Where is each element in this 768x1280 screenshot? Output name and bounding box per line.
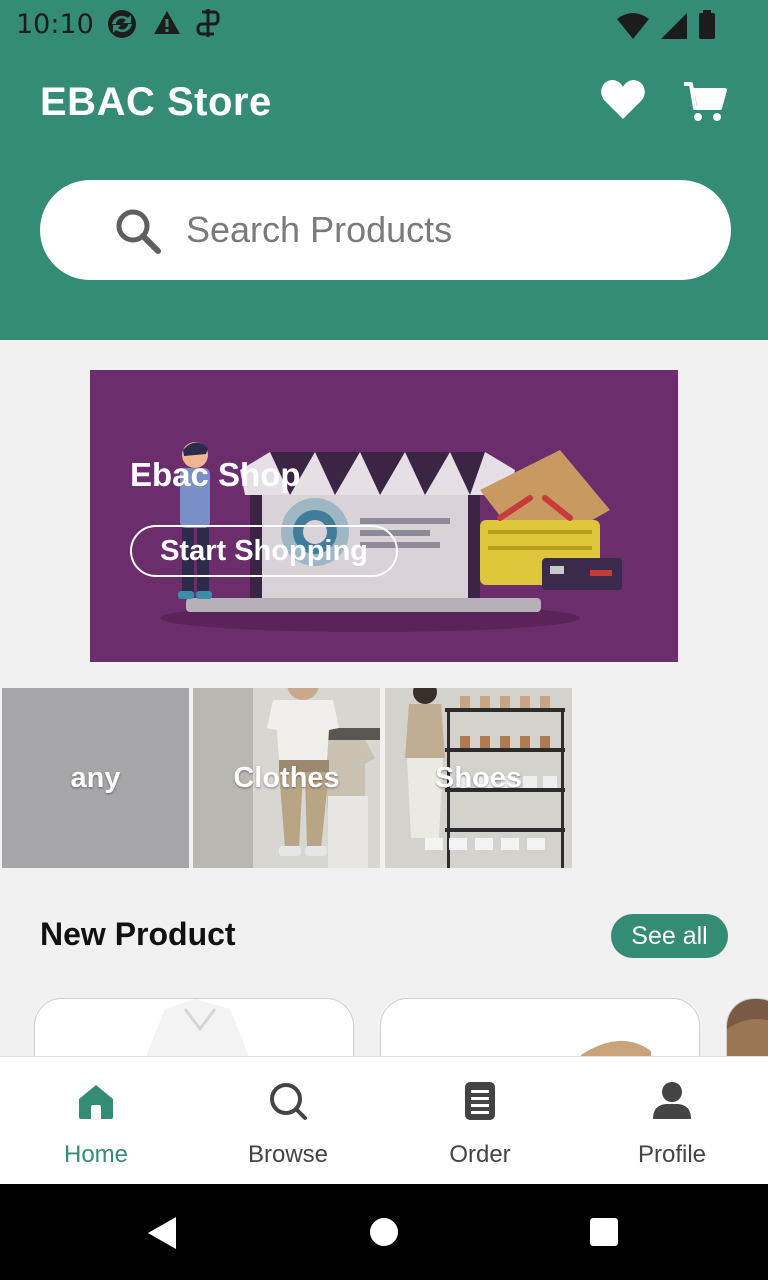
nav-label: Order: [449, 1141, 511, 1168]
app-title: EBAC Store: [40, 80, 272, 124]
shop-illustration: [160, 442, 622, 632]
nav-order[interactable]: Order: [384, 1057, 576, 1185]
banner-title: Ebac Shop: [130, 456, 301, 493]
start-shopping-button[interactable]: Start Shopping: [130, 525, 398, 577]
nav-home[interactable]: Home: [0, 1057, 192, 1185]
sync-icon: [106, 8, 138, 40]
new-product-title: New Product: [40, 916, 236, 952]
person-icon: [652, 1081, 692, 1126]
battery-icon: [698, 10, 716, 40]
cart-icon: [682, 82, 728, 128]
category-shoes[interactable]: Shoes: [385, 688, 572, 868]
signal-icon: [660, 12, 688, 40]
category-label: any: [70, 761, 121, 794]
category-list: any Clothes Shoes: [0, 688, 768, 868]
warning-icon: [152, 8, 182, 40]
system-navigation-bar: [0, 1184, 768, 1280]
recents-icon[interactable]: [589, 1217, 619, 1252]
search-input[interactable]: [186, 206, 706, 254]
search-bar[interactable]: [40, 180, 731, 280]
order-icon: [460, 1081, 500, 1126]
nav-browse[interactable]: Browse: [192, 1057, 384, 1185]
category-clothes[interactable]: Clothes: [193, 688, 380, 868]
favorites-button[interactable]: [600, 78, 646, 120]
search-icon: [114, 207, 162, 260]
status-time: 10:10: [16, 9, 94, 40]
promo-banner: Ebac Shop Start Shopping: [90, 370, 678, 662]
bottom-navigation: Home Browse Order Profile: [0, 1056, 768, 1184]
cart-button[interactable]: [682, 78, 728, 124]
wifi-icon: [616, 12, 650, 40]
nav-label: Browse: [247, 1141, 329, 1168]
see-all-button[interactable]: See all: [611, 914, 728, 958]
category-label: Shoes: [434, 761, 523, 794]
storage-icon: [196, 8, 220, 40]
category-any[interactable]: any: [2, 688, 189, 868]
status-bar: 10:10: [0, 0, 768, 50]
heart-icon: [600, 80, 646, 124]
nav-profile[interactable]: Profile: [576, 1057, 768, 1185]
home-icon: [76, 1081, 116, 1126]
back-icon[interactable]: [146, 1216, 178, 1255]
search-icon: [268, 1081, 308, 1126]
home-circle-icon[interactable]: [369, 1217, 399, 1252]
app-header: EBAC Store: [0, 50, 768, 340]
nav-label: Home: [63, 1141, 129, 1168]
category-label: Clothes: [233, 761, 340, 794]
nav-label: Profile: [637, 1141, 707, 1168]
